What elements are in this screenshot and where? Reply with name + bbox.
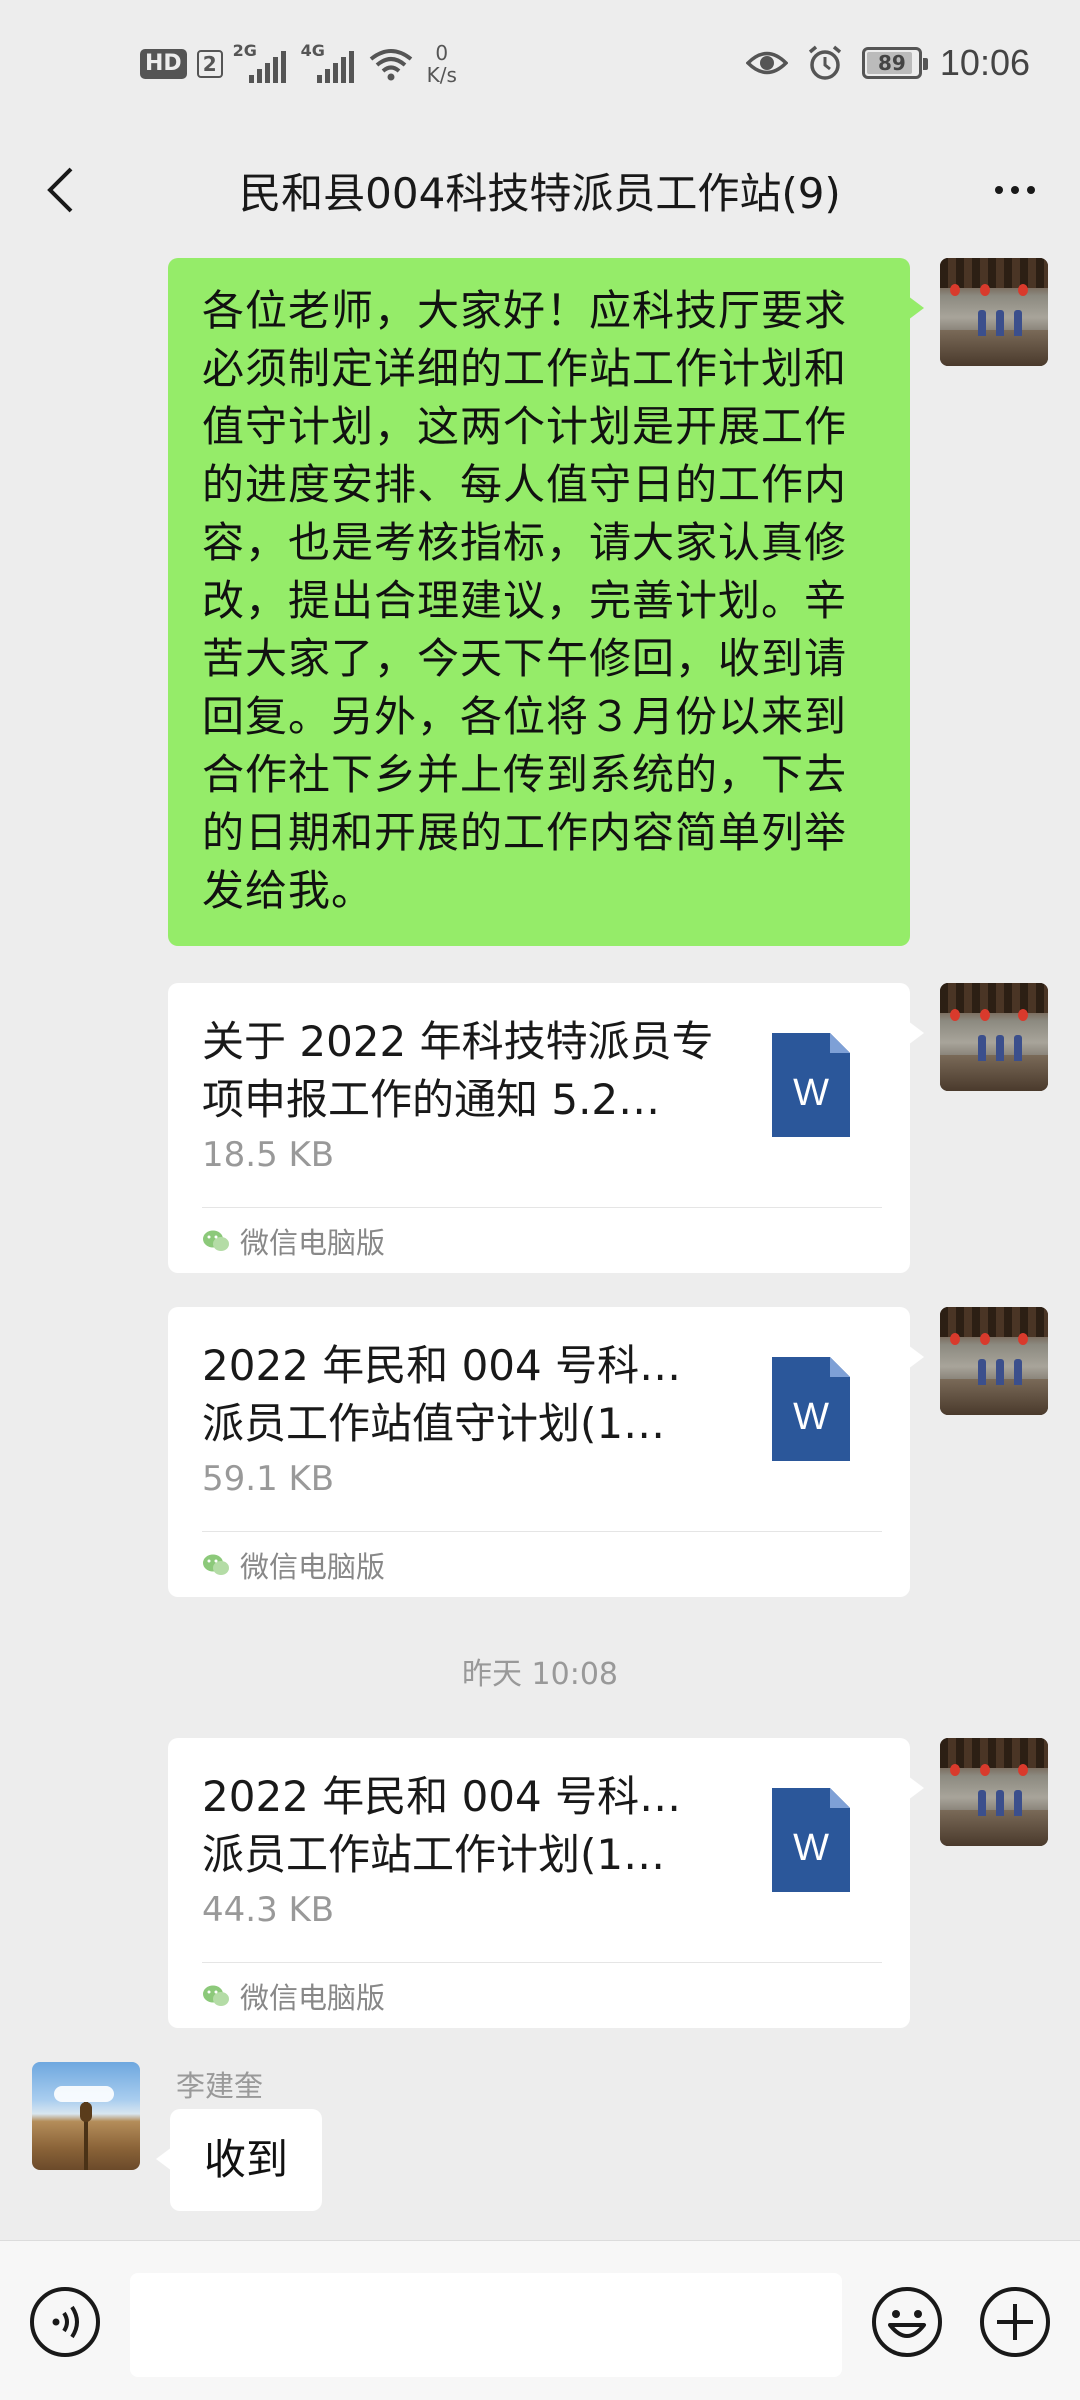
sim-indicator: 2 xyxy=(196,50,223,78)
timestamp: 昨天 10:08 xyxy=(462,1657,618,1692)
status-clock: 10:06 xyxy=(939,42,1030,83)
alarm-icon xyxy=(808,45,842,80)
file-size: 44.3 KB xyxy=(202,1890,335,1930)
contact-avatar[interactable] xyxy=(32,2062,140,2170)
emoji-button[interactable] xyxy=(870,2285,944,2359)
chevron-left-icon xyxy=(47,167,73,213)
message-input[interactable] xyxy=(130,2273,842,2377)
file-name: 2022 年民和 004 号科技特 派员工作站值守计划(1… xyxy=(202,1341,722,1448)
status-bar: HD 2 2G 4G 0 K/s 89 10:06 xyxy=(0,0,1080,135)
dot-icon xyxy=(1011,186,1019,194)
chat-header: 民和县004科技特派员工作站(9) xyxy=(0,135,1080,245)
network-speed: 0 K/s xyxy=(426,41,457,87)
svg-text:W: W xyxy=(793,1396,829,1438)
message-list[interactable]: 各位老师，大家好！应科技厅要求必须制定详细的工作站工作计划和值守计划，这两个计划… xyxy=(0,245,1080,2240)
file-source-footer: 微信电脑版 xyxy=(202,1962,882,2028)
wechat-icon xyxy=(203,1230,229,1251)
message-bubble-text[interactable]: 各位老师，大家好！应科技厅要求必须制定详细的工作站工作计划和值守计划，这两个计划… xyxy=(168,258,924,946)
wechat-icon xyxy=(203,1554,229,1575)
file-message-card[interactable]: 关于 2022 年科技特派员专 项申报工作的通知 5.2… 18.5 KB W … xyxy=(168,983,924,1273)
file-name: 关于 2022 年科技特派员专 项申报工作的通知 5.2… xyxy=(202,1017,714,1124)
file-message-card[interactable]: 2022 年民和 004 号科技特 派员工作站值守计划(1… 59.1 KB W… xyxy=(168,1307,924,1597)
self-avatar[interactable] xyxy=(940,1307,1048,1415)
svg-text:W: W xyxy=(793,1072,829,1114)
self-avatar[interactable] xyxy=(940,258,1048,366)
word-document-icon: W xyxy=(772,1033,850,1137)
signal-icon: 2G xyxy=(233,41,291,83)
wechat-icon xyxy=(203,1985,229,2006)
sender-name: 李建奎 xyxy=(176,2069,264,2103)
svg-text:W: W xyxy=(793,1827,829,1869)
word-document-icon: W xyxy=(772,1357,850,1461)
word-document-icon: W xyxy=(772,1788,850,1892)
dot-icon xyxy=(995,186,1003,194)
battery-level: 89 xyxy=(877,51,906,75)
file-name: 2022 年民和 004 号科技特 派员工作站工作计划(1… xyxy=(202,1772,722,1879)
dot-icon xyxy=(1027,186,1035,194)
voice-input-button[interactable] xyxy=(28,2285,102,2359)
battery-icon: 89 xyxy=(861,47,928,79)
eye-icon xyxy=(745,51,788,75)
file-size: 18.5 KB xyxy=(202,1135,335,1175)
file-source-footer: 微信电脑版 xyxy=(202,1531,882,1597)
file-source-footer: 微信电脑版 xyxy=(202,1207,882,1273)
self-avatar[interactable] xyxy=(940,983,1048,1091)
file-size: 59.1 KB xyxy=(202,1459,335,1499)
more-options-button[interactable] xyxy=(980,160,1050,220)
file-message-card[interactable]: 2022 年民和 004 号科技特 派员工作站工作计划(1… 44.3 KB W… xyxy=(168,1738,924,2028)
more-actions-button[interactable] xyxy=(978,2285,1052,2359)
hd-badge: HD xyxy=(140,49,187,79)
input-bar xyxy=(0,2240,1080,2400)
chat-title: 民和县004科技特派员工作站(9) xyxy=(239,168,841,218)
wifi-icon xyxy=(369,49,412,81)
message-bubble-text[interactable]: 收到 xyxy=(155,2109,323,2211)
back-button[interactable] xyxy=(30,160,90,220)
self-avatar[interactable] xyxy=(940,1738,1048,1846)
signal-icon: 4G xyxy=(301,41,359,83)
